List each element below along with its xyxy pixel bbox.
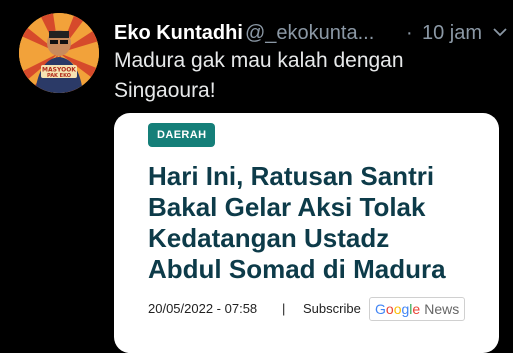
headline-line: Kedatangan Ustadz: [148, 223, 390, 253]
headline-line: Bakal Gelar Aksi Tolak: [148, 192, 426, 222]
tweet-header: Eko Kuntadhi @_ekokunta... · 10 jam: [114, 20, 508, 46]
category-badge[interactable]: DAERAH: [148, 123, 216, 147]
author-handle[interactable]: @_ekokunta...: [245, 20, 374, 46]
tweet-timestamp[interactable]: 10 jam: [422, 20, 482, 46]
header-separator: ·: [406, 22, 413, 44]
avatar-text-bottom: PAK EKO: [47, 73, 71, 79]
tweet-text: Madura gak mau kalah dengan Singaoura!: [114, 46, 494, 106]
article-date: 20/05/2022 - 07:58: [148, 301, 258, 316]
subscribe-label: Subscribe: [303, 301, 361, 316]
link-preview-card[interactable]: DAERAH Hari Ini, Ratusan Santri Bakal Ge…: [114, 113, 499, 353]
meta-separator: |: [282, 301, 286, 316]
avatar[interactable]: MASYOOK PAK EKO: [19, 13, 99, 93]
google-letter: G: [375, 301, 386, 317]
google-letter: e: [412, 301, 421, 317]
headline-line: Hari Ini, Ratusan Santri: [148, 161, 435, 191]
author-name[interactable]: Eko Kuntadhi: [114, 20, 243, 46]
article-headline[interactable]: Hari Ini, Ratusan Santri Bakal Gelar Aks…: [148, 161, 488, 285]
news-label: News: [424, 301, 460, 317]
article-meta: 20/05/2022 - 07:58 | Subscribe Google New…: [148, 297, 488, 321]
tweet[interactable]: MASYOOK PAK EKO Eko Kuntadhi @_ekokunta.…: [0, 0, 513, 353]
google-letter: o: [385, 301, 394, 317]
tweet-text-line: Singaoura!: [114, 79, 216, 102]
chevron-down-icon[interactable]: [492, 24, 508, 40]
tweet-text-line: Madura gak mau kalah dengan: [114, 49, 404, 72]
avatar-image: MASYOOK PAK EKO: [19, 13, 99, 93]
headline-line: Abdul Somad di Madura: [148, 254, 446, 284]
google-news-button[interactable]: Google News: [369, 297, 466, 321]
